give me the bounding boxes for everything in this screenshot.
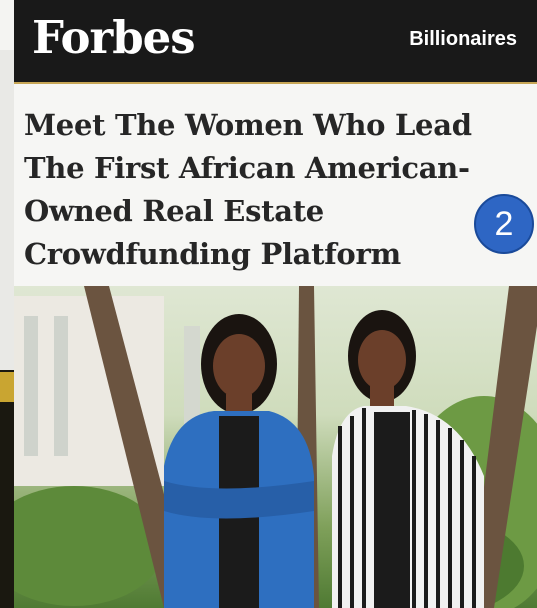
section-link-billionaires[interactable]: Billionaires bbox=[409, 28, 517, 51]
header-divider bbox=[14, 82, 537, 84]
article-screenshot: Forbes Billionaires Meet The Women Who L… bbox=[14, 0, 537, 608]
forbes-logo[interactable]: Forbes bbox=[32, 8, 196, 68]
hero-photo-illustration bbox=[14, 286, 537, 608]
article-headline: Meet The Women Who Lead The First Africa… bbox=[24, 108, 472, 271]
slide-number-badge: 2 bbox=[474, 194, 534, 254]
background-gold-accent bbox=[0, 372, 14, 402]
article-hero-image bbox=[14, 286, 537, 608]
site-header: Forbes Billionaires bbox=[14, 0, 537, 82]
